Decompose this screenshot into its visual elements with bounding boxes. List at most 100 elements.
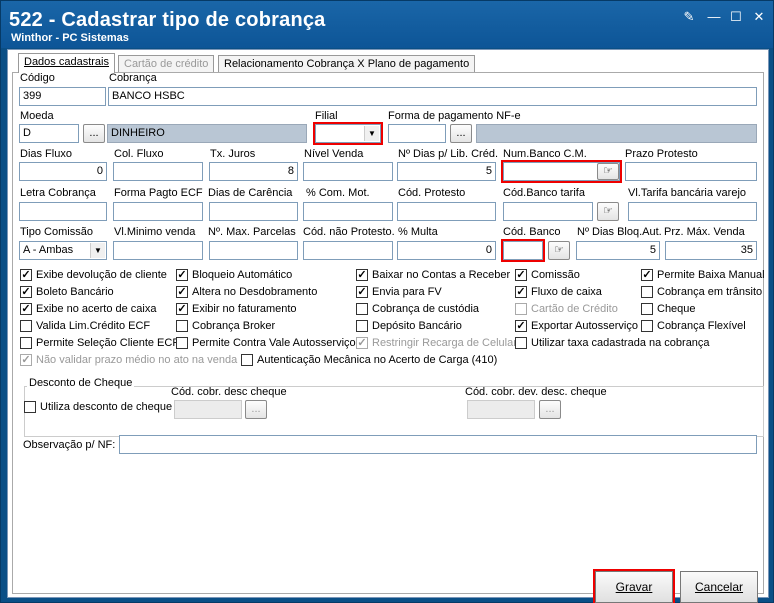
checkbox-box[interactable] <box>20 337 32 349</box>
checkbox-box[interactable]: ✓ <box>20 354 32 366</box>
checkbox-20[interactable]: ✓ Permite Baixa Manual <box>641 269 765 281</box>
checkbox-11[interactable]: ✓ Envia para FV <box>356 286 442 298</box>
chevron-down-icon[interactable]: ▼ <box>364 126 379 141</box>
checkbox-16[interactable]: ✓ Fluxo de caixa <box>515 286 602 298</box>
checkbox-10[interactable]: ✓ Baixar no Contas a Receber <box>356 269 510 281</box>
nivel-venda-input[interactable] <box>303 162 393 181</box>
checkbox-19[interactable]: Utilizar taxa cadastrada na cobrança <box>515 337 710 349</box>
checkbox-box[interactable]: ✓ <box>641 269 653 281</box>
num-banco-cm-hand-icon[interactable]: ☞ <box>597 163 619 180</box>
chevron-down-icon[interactable]: ▼ <box>90 243 105 258</box>
checkbox-1[interactable]: ✓ Boleto Bancário <box>20 286 114 298</box>
checkbox-box[interactable] <box>20 320 32 332</box>
cod-banco-hand-icon[interactable]: ☞ <box>548 241 570 260</box>
letra-cobranca-input[interactable] <box>19 202 107 221</box>
forma-pag-nfe-input[interactable] <box>388 124 446 143</box>
moeda-input[interactable]: D <box>19 124 79 143</box>
checkbox-box[interactable] <box>515 337 527 349</box>
observacao-input[interactable] <box>119 435 757 454</box>
cod-dev-desc-cheque-input[interactable] <box>467 400 535 419</box>
cod-banco-tarifa-input[interactable] <box>503 202 593 221</box>
cod-banco-input[interactable] <box>501 239 545 262</box>
col-fluxo-input[interactable] <box>113 162 203 181</box>
maximize-icon[interactable]: ☐ <box>727 9 745 25</box>
checkbox-4[interactable]: Permite Seleção Cliente ECF <box>20 337 179 349</box>
vl-minimo-venda-input[interactable] <box>113 241 203 260</box>
vl-tarifa-input[interactable] <box>628 202 757 221</box>
cancelar-button[interactable]: Cancelar <box>680 571 758 603</box>
forma-pagto-ecf-input[interactable] <box>113 202 203 221</box>
tipo-comissao-select[interactable]: A - Ambas ▼ <box>19 241 107 260</box>
checkbox-box[interactable] <box>176 337 188 349</box>
checkbox-box[interactable] <box>641 303 653 315</box>
checkbox-box[interactable] <box>24 401 36 413</box>
dias-carencia-input[interactable] <box>209 202 298 221</box>
checkbox-box[interactable]: ✓ <box>356 286 368 298</box>
utiliza-desconto-checkbox[interactable]: Utiliza desconto de cheque <box>24 401 172 413</box>
checkbox-6[interactable]: ✓ Altera no Desdobramento <box>176 286 317 298</box>
checkbox-box[interactable]: ✓ <box>176 286 188 298</box>
close-icon[interactable]: ✕ <box>750 9 768 25</box>
checkbox-box[interactable]: ✓ <box>515 320 527 332</box>
cod-desc-cheque-lookup-button[interactable]: ... <box>245 400 267 419</box>
dias-fluxo-input[interactable]: 0 <box>19 162 107 181</box>
cod-dev-desc-cheque-lookup-button[interactable]: ... <box>539 400 561 419</box>
tab-relacionamento[interactable]: Relacionamento Cobrança X Plano de pagam… <box>218 55 476 73</box>
cod-banco-tarifa-hand-icon[interactable]: ☞ <box>597 202 619 221</box>
checkbox-24[interactable]: ✓ Não validar prazo médio no ato na venda <box>20 354 237 366</box>
cod-desc-cheque-input[interactable] <box>174 400 242 419</box>
checkbox-box[interactable] <box>176 320 188 332</box>
tab-dados-cadastrais[interactable]: Dados cadastrais <box>18 53 115 73</box>
checkbox-box[interactable] <box>356 303 368 315</box>
codigo-input[interactable]: 399 <box>19 87 106 106</box>
checkbox-14[interactable]: ✓ Restringir Recarga de Celular <box>356 337 517 349</box>
checkbox-box[interactable]: ✓ <box>20 286 32 298</box>
n-dias-bloq-aut-input[interactable]: 5 <box>576 241 660 260</box>
checkbox-25[interactable]: Autenticação Mecânica no Acerto de Carga… <box>241 354 497 366</box>
checkbox-box[interactable] <box>241 354 253 366</box>
checkbox-box[interactable] <box>641 286 653 298</box>
checkbox-0[interactable]: ✓ Exibe devolução de cliente <box>20 269 167 281</box>
checkbox-21[interactable]: Cobrança em trânsito <box>641 286 762 298</box>
checkbox-box[interactable]: ✓ <box>515 286 527 298</box>
edit-icon[interactable]: ✎ <box>680 9 698 25</box>
checkbox-box[interactable]: ✓ <box>176 269 188 281</box>
checkbox-2[interactable]: ✓ Exibe no acerto de caixa <box>20 303 156 315</box>
n-max-parcelas-input[interactable] <box>209 241 298 260</box>
checkbox-box[interactable] <box>641 320 653 332</box>
checkbox-box[interactable]: ✓ <box>176 303 188 315</box>
checkbox-12[interactable]: Cobrança de custódia <box>356 303 479 315</box>
checkbox-23[interactable]: Cobrança Flexível <box>641 320 746 332</box>
gravar-button[interactable]: Gravar <box>593 569 675 603</box>
forma-pag-nfe-lookup-button[interactable]: ... <box>450 124 472 143</box>
cod-nao-protesto-input[interactable] <box>303 241 393 260</box>
checkbox-box[interactable] <box>356 320 368 332</box>
checkbox-17[interactable]: Cartão de Crédito <box>515 303 618 315</box>
checkbox-8[interactable]: Cobrança Broker <box>176 320 275 332</box>
checkbox-9[interactable]: Permite Contra Vale Autosserviço <box>176 337 356 349</box>
checkbox-13[interactable]: Depósito Bancário <box>356 320 462 332</box>
checkbox-box[interactable]: ✓ <box>20 269 32 281</box>
checkbox-15[interactable]: ✓ Comissão <box>515 269 580 281</box>
filial-select[interactable]: ▼ <box>313 122 383 145</box>
prazo-protesto-input[interactable] <box>625 162 757 181</box>
prz-max-venda-input[interactable]: 35 <box>665 241 757 260</box>
n-dias-lib-cred-input[interactable]: 5 <box>397 162 496 181</box>
minimize-icon[interactable]: — <box>705 9 723 25</box>
com-mot-input[interactable] <box>303 202 393 221</box>
cod-protesto-input[interactable] <box>397 202 496 221</box>
tab-cartao-credito[interactable]: Cartão de crédito <box>118 55 215 73</box>
checkbox-box[interactable] <box>515 303 527 315</box>
checkbox-box[interactable]: ✓ <box>356 269 368 281</box>
tx-juros-input[interactable]: 8 <box>209 162 298 181</box>
checkbox-22[interactable]: Cheque <box>641 303 696 315</box>
checkbox-5[interactable]: ✓ Bloqueio Automático <box>176 269 292 281</box>
checkbox-box[interactable]: ✓ <box>20 303 32 315</box>
moeda-lookup-button[interactable]: ... <box>83 124 105 143</box>
checkbox-3[interactable]: Valida Lim.Crédito ECF <box>20 320 150 332</box>
multa-input[interactable]: 0 <box>397 241 496 260</box>
checkbox-18[interactable]: ✓ Exportar Autosserviço <box>515 320 638 332</box>
checkbox-7[interactable]: ✓ Exibir no faturamento <box>176 303 297 315</box>
checkbox-box[interactable]: ✓ <box>356 337 368 349</box>
checkbox-box[interactable]: ✓ <box>515 269 527 281</box>
